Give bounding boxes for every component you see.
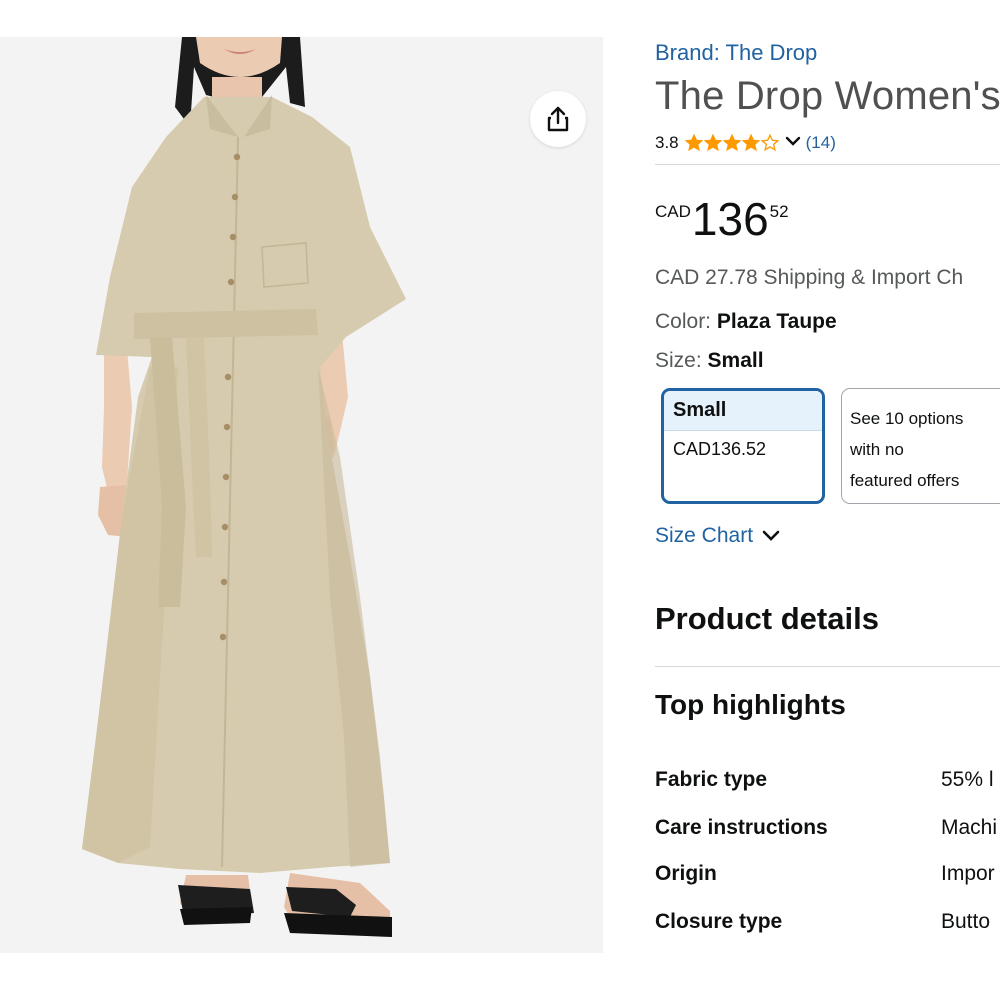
divider [655,164,1000,165]
spec-label-care-instructions: Care instructions [655,816,828,839]
size-option-name: Small [664,391,822,431]
chevron-down-icon [762,530,780,541]
star-icon [703,134,722,152]
product-details-heading: Product details [655,601,879,636]
star-rating[interactable] [684,134,780,152]
size-option-small[interactable]: Small CAD136.52 [661,388,825,504]
price-fraction: 52 [769,202,789,221]
see-options-line-2: with no [850,440,904,459]
size-chart-link[interactable]: Size Chart [655,524,781,548]
brand-link[interactable]: Brand: The Drop [655,40,817,66]
color-value: Plaza Taupe [716,310,837,333]
product-info-panel: Brand: The Drop The Drop Women's 3.8 (14… [655,0,1000,1000]
spec-label-origin: Origin [655,862,717,885]
spec-value-origin: Impor [941,862,995,885]
product-page: Brand: The Drop The Drop Women's 3.8 (14… [0,0,1000,1000]
rating-row: 3.8 (14) [655,133,836,153]
size-option-price: CAD136.52 [673,439,767,459]
price: CAD 136 52 [655,196,789,242]
chevron-down-icon[interactable] [784,133,802,153]
spec-value-fabric-type: 55% l [941,768,994,791]
review-count-link[interactable]: (14) [806,133,836,153]
size-selection: Size: Small [655,349,764,373]
color-label: Color: [655,310,712,333]
price-whole: 136 [691,193,769,245]
see-options-line-3: featured offers [850,471,960,490]
share-icon [547,106,569,132]
color-selection: Color: Plaza Taupe [655,310,837,334]
divider [655,666,1000,667]
shipping-info: CAD 27.78 Shipping & Import Ch [655,266,964,289]
top-highlights-heading: Top highlights [655,689,846,720]
size-chart-label: Size Chart [655,524,754,547]
product-image[interactable] [0,37,603,953]
star-icon [741,134,760,152]
size-option-see-more[interactable]: See 10 options with no featured offers [841,388,1000,504]
star-icon [760,134,779,152]
size-value: Small [707,349,764,372]
spec-value-care-instructions: Machi [941,816,998,839]
star-icon [684,134,703,152]
spec-label-closure-type: Closure type [655,910,783,933]
spec-label-fabric-type: Fabric type [655,768,768,791]
share-button[interactable] [530,91,586,147]
rating-value: 3.8 [655,133,679,152]
star-icon [722,134,741,152]
product-image-panel [0,37,603,953]
price-currency: CAD [655,202,691,221]
spec-value-closure-type: Butto [941,910,991,933]
size-label: Size: [655,349,702,372]
see-options-line-1: See 10 options [850,409,964,428]
product-title: The Drop Women's [655,74,1000,118]
